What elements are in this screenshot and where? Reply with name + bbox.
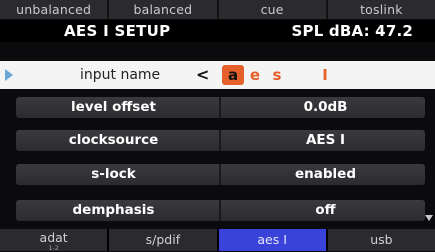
tab-aes1[interactable]: aes I (218, 229, 326, 251)
param-value[interactable]: AES I (226, 130, 425, 151)
param-name: clocksource (68, 132, 159, 148)
tab-toslink[interactable]: toslink (327, 0, 435, 19)
param-name: level offset (71, 99, 156, 115)
param-name: demphasis (72, 202, 155, 218)
name-char-3[interactable]: s (266, 65, 288, 85)
selection-arrow-icon (5, 69, 13, 81)
row-divider (219, 200, 221, 221)
param-value[interactable]: 0.0dB (226, 97, 425, 118)
param-value[interactable]: enabled (226, 164, 425, 185)
tab-balanced[interactable]: balanced (109, 0, 217, 19)
level-offset-row[interactable]: level offset 0.0dB (16, 97, 425, 118)
tab-usb[interactable]: usb (327, 229, 435, 251)
spl-readout: SPL dBA: 47.2 (291, 22, 413, 40)
row-divider (219, 164, 221, 185)
row-divider (219, 130, 221, 151)
demphasis-row[interactable]: demphasis off (16, 200, 425, 221)
page-title: AES I SETUP (64, 22, 171, 40)
tab-spdif[interactable]: s/pdif (109, 229, 217, 251)
input-name-row[interactable]: input name < a e s I (0, 61, 435, 89)
input-tabs: unbalanced balanced cue toslink (0, 0, 435, 19)
tab-cue[interactable]: cue (218, 0, 326, 19)
scroll-down-icon[interactable] (425, 215, 433, 221)
tab-unbalanced[interactable]: unbalanced (0, 0, 108, 19)
s-lock-row[interactable]: s-lock enabled (16, 164, 425, 185)
output-tabs: adat 1-2 s/pdif aes I usb (0, 229, 435, 252)
param-name: s-lock (91, 166, 136, 182)
name-char-4[interactable] (288, 65, 314, 85)
header: AES I SETUP SPL dBA: 47.2 (0, 20, 435, 42)
input-name-field[interactable]: a e s I (222, 65, 336, 85)
row-divider (219, 97, 221, 118)
tab-adat[interactable]: adat 1-2 (0, 229, 108, 252)
name-char-2[interactable]: e (244, 65, 266, 85)
name-char-1[interactable]: a (222, 65, 244, 85)
input-name-label: input name (80, 67, 161, 83)
tab-adat-label: adat (39, 230, 68, 245)
cursor-left-icon[interactable]: < (196, 61, 209, 89)
name-char-5[interactable]: I (314, 65, 336, 85)
aes-setup-screen: unbalanced balanced cue toslink AES I SE… (0, 0, 435, 252)
clocksource-row[interactable]: clocksource AES I (16, 130, 425, 151)
param-value[interactable]: off (226, 200, 425, 221)
